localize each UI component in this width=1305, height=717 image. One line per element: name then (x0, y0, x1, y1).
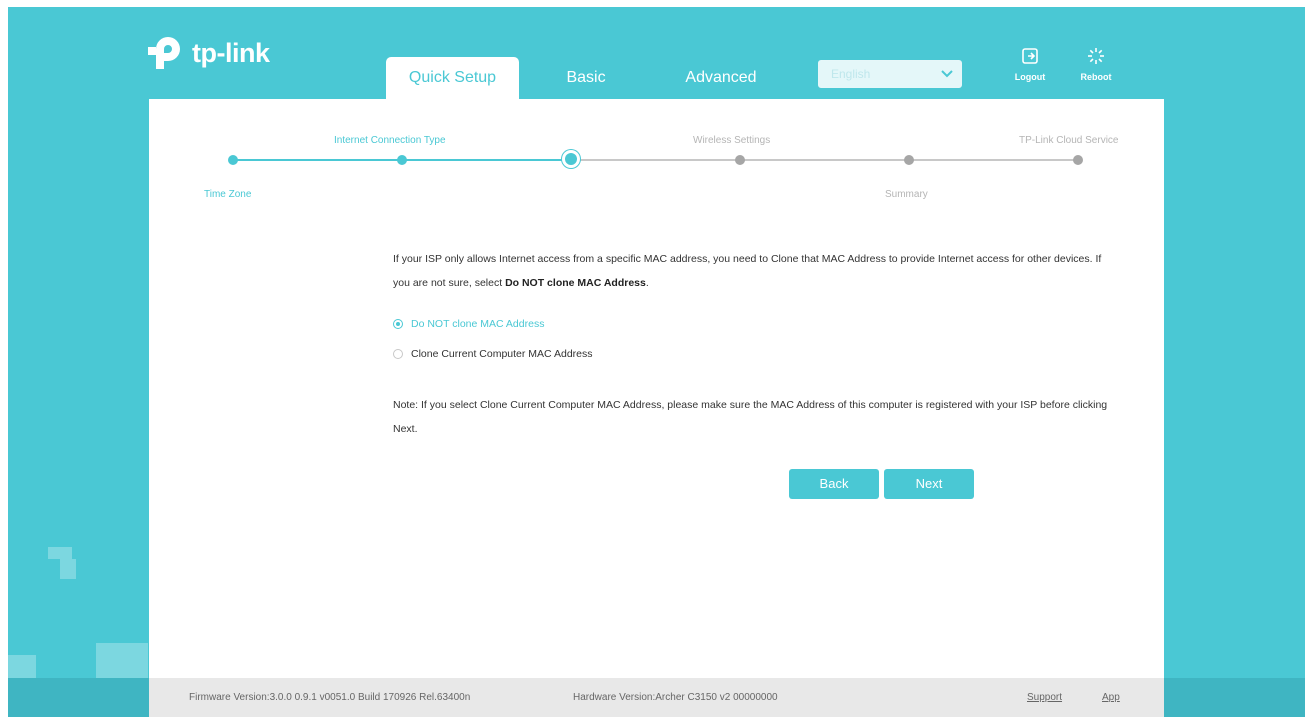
reboot-button[interactable]: Reboot (1074, 47, 1118, 82)
footer-bar: Firmware Version:3.0.0 0.9.1 v0051.0 Bui… (149, 678, 1164, 717)
step-label-summary: Summary (885, 189, 928, 200)
step-label-internet-connection-type: Internet Connection Type (334, 135, 446, 146)
decor-square (48, 547, 72, 559)
app-frame: tp-link Quick Setup Basic Advanced Engli… (8, 7, 1305, 717)
radio-do-not-clone[interactable]: Do NOT clone MAC Address (393, 309, 1113, 339)
step-dot-3 (565, 153, 577, 165)
back-button[interactable]: Back (789, 469, 879, 499)
step-label-wireless-settings: Wireless Settings (693, 135, 771, 146)
next-button[interactable]: Next (884, 469, 974, 499)
main-panel: Internet Connection Type Wireless Settin… (149, 99, 1164, 685)
tab-basic[interactable]: Basic (543, 57, 629, 99)
intro-text-bold: Do NOT clone MAC Address (505, 277, 646, 289)
step-dot-4 (735, 155, 745, 165)
step-label-cloud-service: TP-Link Cloud Service (1019, 135, 1119, 146)
decor-square (96, 643, 148, 681)
tp-link-logo-icon (148, 37, 180, 69)
radio-button-unchecked[interactable] (393, 349, 403, 359)
intro-text-end: . (645, 277, 649, 289)
support-link[interactable]: Support (1027, 678, 1062, 717)
radio-label-clone-current: Clone Current Computer MAC Address (411, 348, 593, 360)
radio-clone-current[interactable]: Clone Current Computer MAC Address (393, 339, 1113, 369)
reboot-icon (1088, 48, 1104, 64)
logo-text: tp-link (192, 37, 270, 68)
step-dot-5 (904, 155, 914, 165)
radio-label-do-not-clone: Do NOT clone MAC Address (411, 318, 545, 330)
step-dot-1 (228, 155, 238, 165)
intro-text: If your ISP only allows Internet access … (393, 247, 1113, 295)
logout-button[interactable]: Logout (1008, 47, 1052, 82)
hardware-version: Hardware Version:Archer C3150 v2 0000000… (573, 692, 778, 703)
step-dot-2 (397, 155, 407, 165)
intro-text-body: If your ISP only allows Internet access … (393, 253, 1102, 289)
language-selected: English (831, 67, 871, 81)
brand-logo: tp-link (148, 33, 270, 73)
note-text: Note: If you select Clone Current Comput… (393, 399, 1108, 435)
step-label-time-zone: Time Zone (204, 189, 252, 200)
logout-icon (1022, 48, 1038, 64)
tab-advanced[interactable]: Advanced (668, 57, 774, 99)
decor-square (8, 655, 36, 679)
footer: Firmware Version:3.0.0 0.9.1 v0051.0 Bui… (8, 678, 1305, 717)
chevron-down-icon (941, 70, 953, 78)
mac-clone-form: If your ISP only allows Internet access … (393, 247, 1113, 441)
firmware-version: Firmware Version:3.0.0 0.9.1 v0051.0 Bui… (189, 692, 471, 703)
logout-label: Logout (1014, 72, 1046, 82)
radio-button-checked[interactable] (393, 319, 403, 329)
language-select[interactable]: English (818, 60, 962, 88)
reboot-label: Reboot (1080, 72, 1112, 82)
decor-square (60, 559, 76, 579)
step-dot-6 (1073, 155, 1083, 165)
tab-quick-setup[interactable]: Quick Setup (386, 57, 519, 99)
app-link[interactable]: App (1102, 678, 1120, 717)
